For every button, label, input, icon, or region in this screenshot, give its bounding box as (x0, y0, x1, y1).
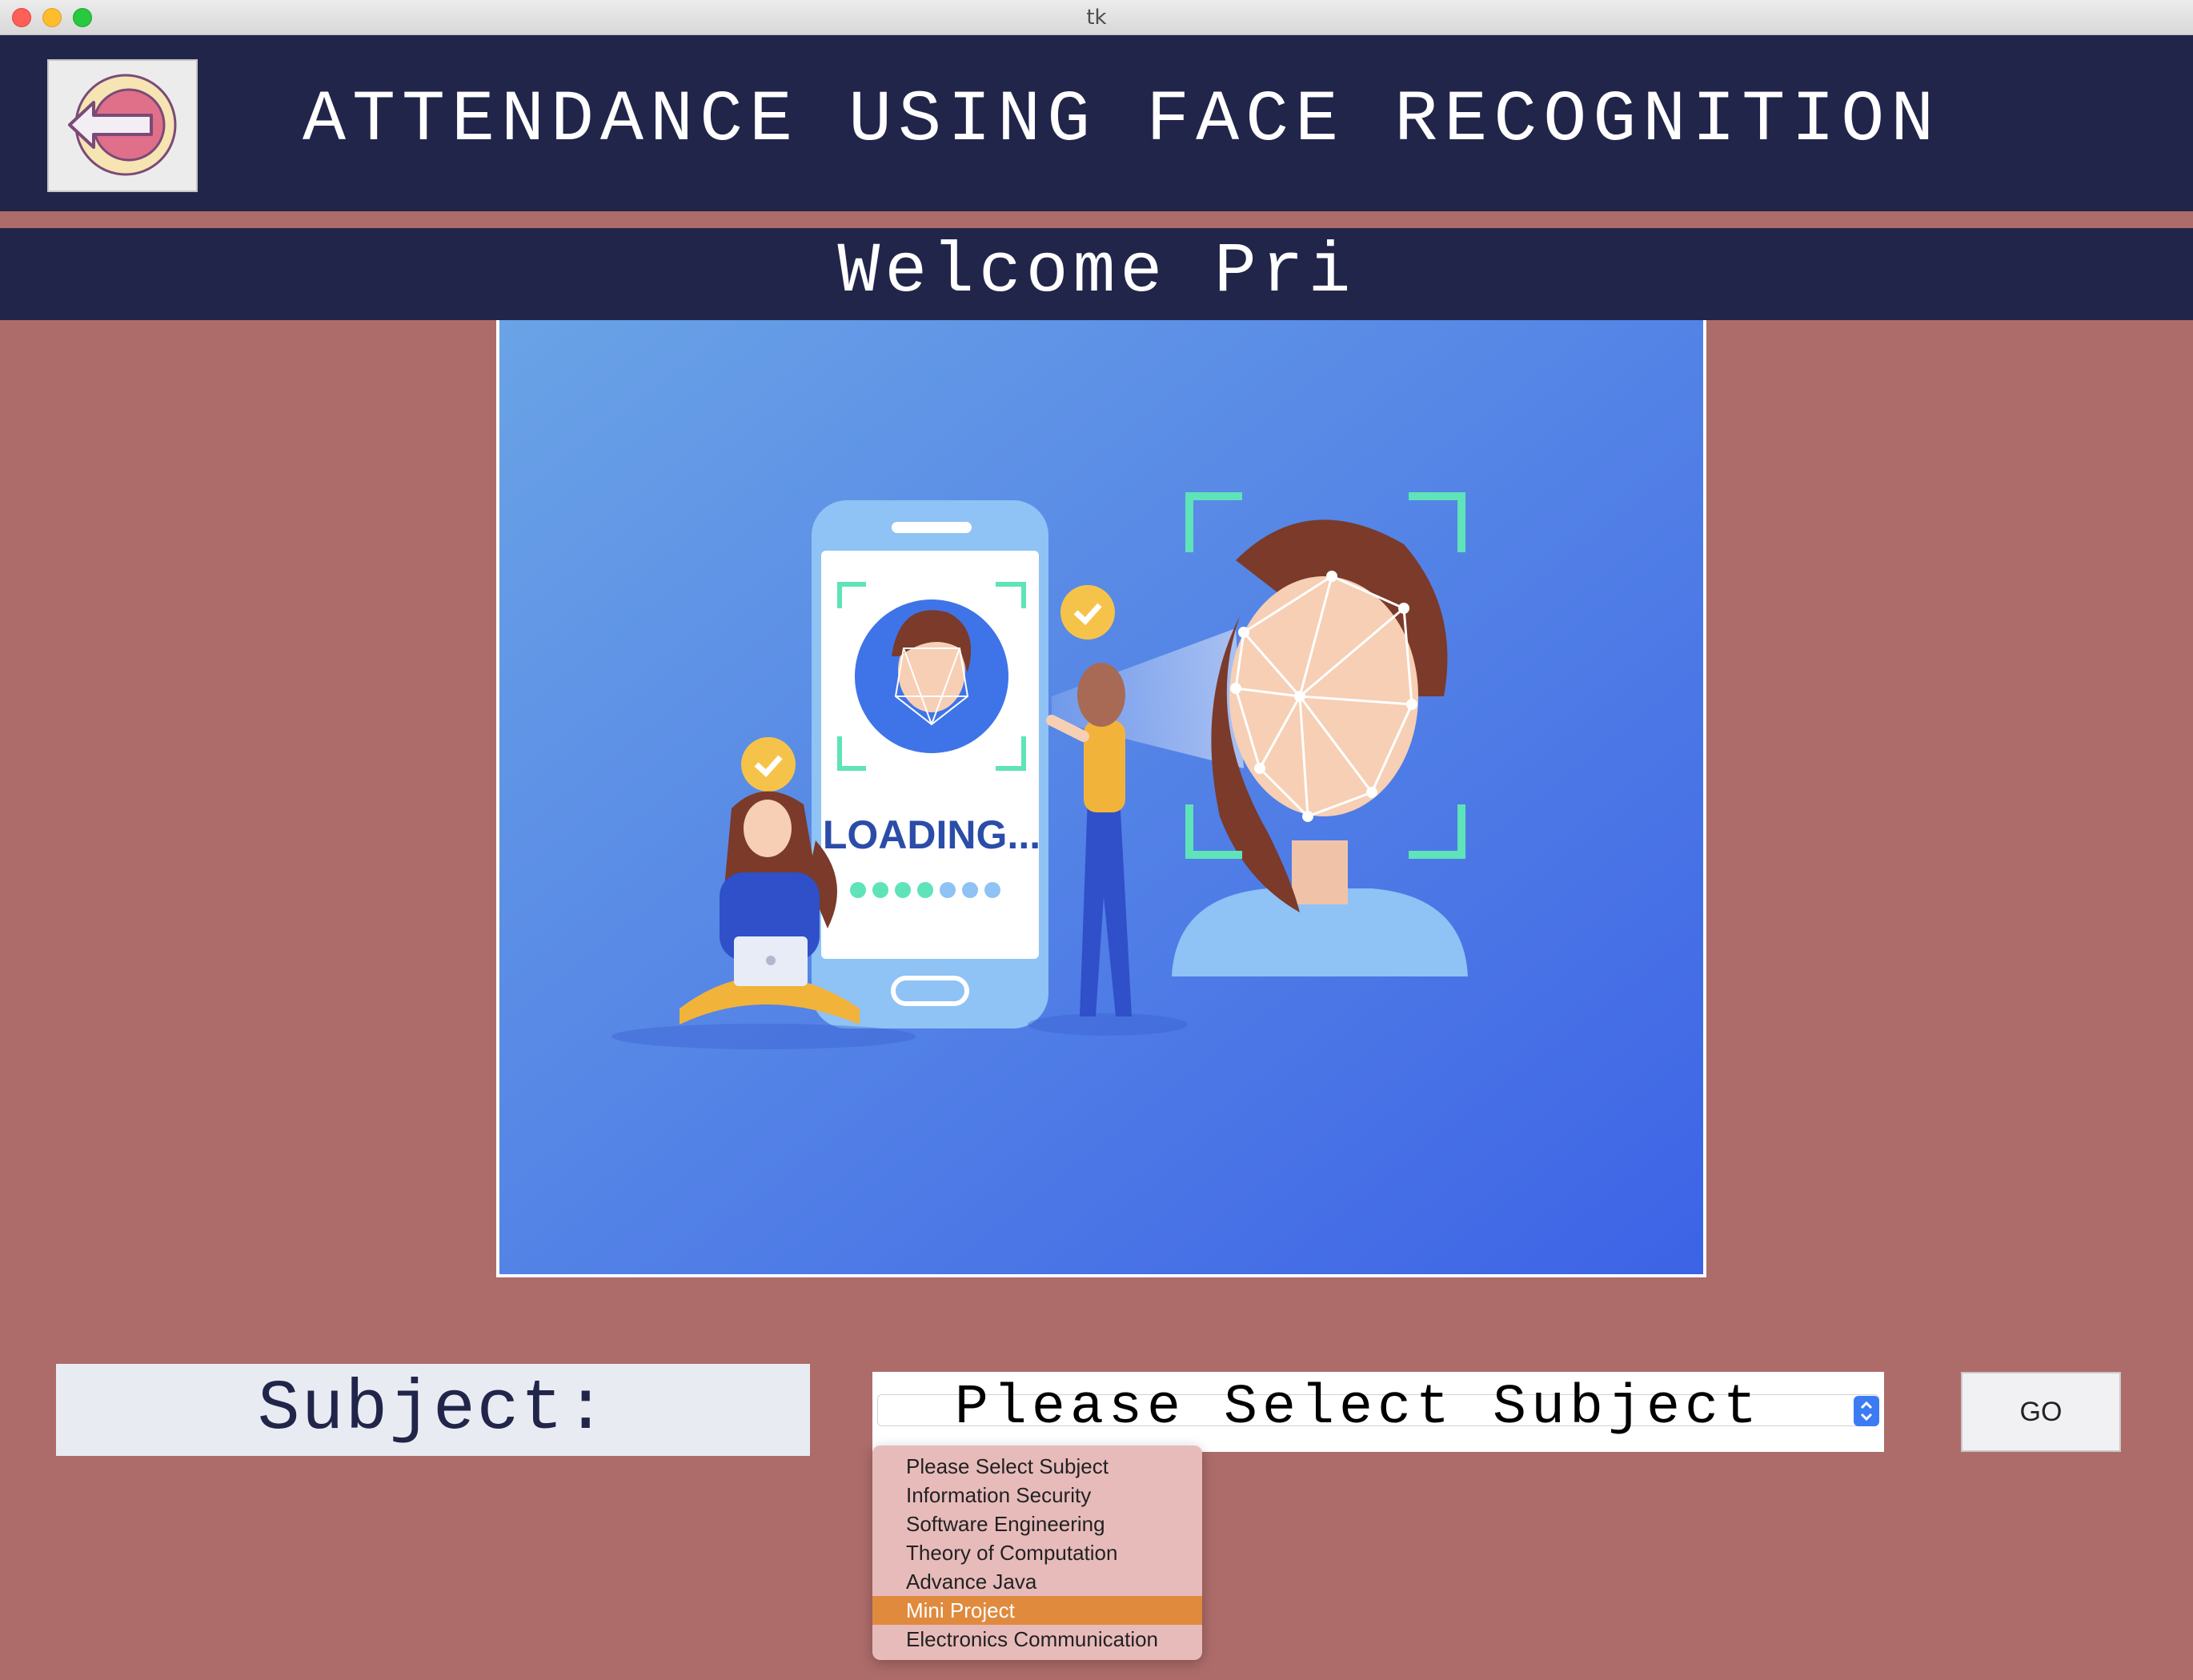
dropdown-option[interactable]: Please Select Subject (872, 1452, 1202, 1481)
logout-button[interactable] (47, 59, 198, 192)
dropdown-option[interactable]: Software Engineering (872, 1510, 1202, 1538)
dropdown-option[interactable]: Advance Java (872, 1567, 1202, 1596)
window-titlebar: tk (0, 0, 2193, 35)
dropdown-option-highlighted[interactable]: Mini Project (872, 1596, 1202, 1625)
go-button[interactable]: GO (1961, 1372, 2121, 1452)
logout-arrow-icon (68, 74, 177, 176)
app-title: ATTENDANCE USING FACE RECOGNITION (303, 80, 1941, 162)
check-icon (1060, 585, 1115, 640)
subject-label-box: Subject: (56, 1364, 810, 1456)
phone-graphic: LOADING... (812, 500, 1048, 1028)
face-recognition-illustration: LOADING... (496, 320, 1706, 1277)
loading-text: LOADING... (823, 812, 1040, 857)
subject-label: Subject: (257, 1370, 609, 1449)
check-icon (741, 737, 796, 792)
subject-select-value: Please Select Subject (954, 1377, 1762, 1440)
app-header: ATTENDANCE USING FACE RECOGNITION (0, 35, 2193, 211)
welcome-message: Welcome Pri (837, 233, 1356, 312)
subject-select[interactable]: Please Select Subject (872, 1372, 1884, 1452)
window-title: tk (1086, 6, 1107, 30)
welcome-bar: Welcome Pri (0, 228, 2193, 320)
dropdown-option[interactable]: Electronics Communication (872, 1625, 1202, 1654)
select-arrows-icon[interactable] (1854, 1396, 1879, 1426)
dropdown-option[interactable]: Theory of Computation (872, 1538, 1202, 1567)
dropdown-option[interactable]: Information Security (872, 1481, 1202, 1510)
subject-dropdown-menu: Please Select Subject Information Securi… (872, 1445, 1202, 1660)
